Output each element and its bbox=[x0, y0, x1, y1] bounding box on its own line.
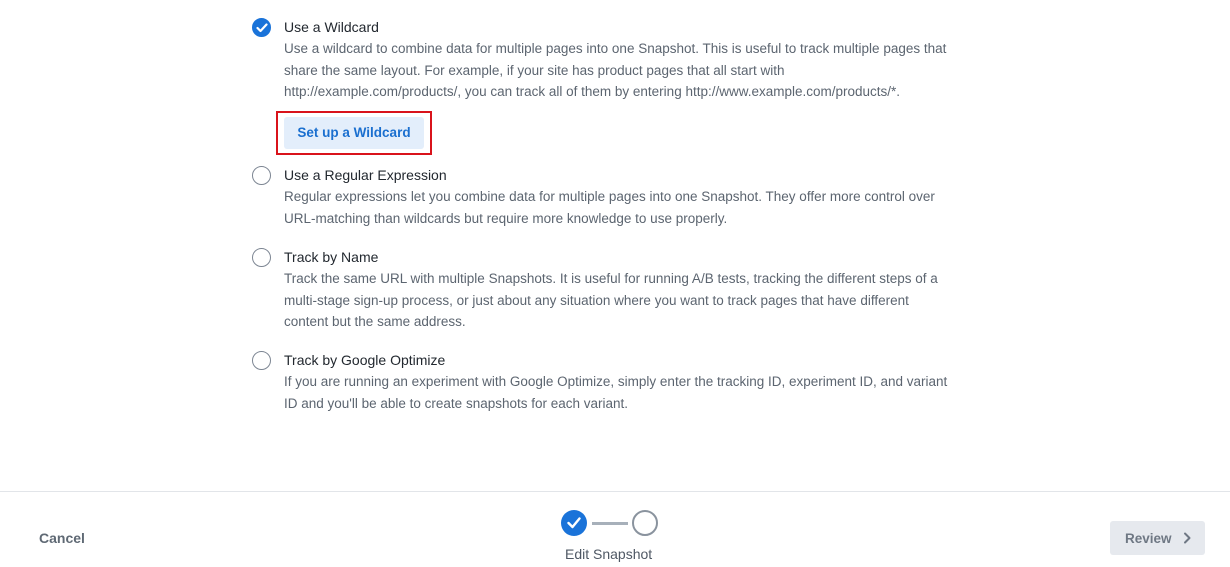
check-icon bbox=[567, 517, 581, 529]
cancel-button[interactable]: Cancel bbox=[39, 530, 85, 546]
google-optimize-radio[interactable] bbox=[252, 351, 271, 370]
step-connector bbox=[592, 522, 628, 525]
track-by-name-radio[interactable] bbox=[252, 248, 271, 267]
option-title: Use a Wildcard bbox=[284, 19, 379, 35]
option-google-optimize: Track by Google Optimize If you are runn… bbox=[252, 349, 972, 415]
description-line: URL-matching than wildcards but require … bbox=[284, 210, 728, 226]
description-line: share the same layout. For example, if y… bbox=[284, 62, 785, 78]
description-line: multi-stage sign-up process, or just abo… bbox=[284, 292, 909, 308]
description-line: Use a wildcard to combine data for multi… bbox=[284, 41, 947, 56]
description-line: http://example.com/products/, you can tr… bbox=[284, 84, 901, 99]
chevron-right-icon bbox=[1184, 532, 1191, 544]
description-line: Track the same URL with multiple Snapsho… bbox=[284, 271, 938, 286]
option-title: Use a Regular Expression bbox=[284, 167, 447, 183]
review-button[interactable]: Review bbox=[1110, 521, 1205, 555]
option-title: Track by Google Optimize bbox=[284, 352, 446, 368]
option-description: Regular expressions let you combine data… bbox=[284, 186, 972, 229]
description-line: Regular expressions let you combine data… bbox=[284, 189, 935, 204]
step-completed bbox=[561, 510, 587, 536]
option-regex: Use a Regular Expression Regular express… bbox=[252, 164, 972, 246]
description-line: ID and you'll be able to create snapshot… bbox=[284, 395, 629, 411]
description-line: If you are running an experiment with Go… bbox=[284, 374, 948, 389]
regex-radio[interactable] bbox=[252, 166, 271, 185]
option-description: Track the same URL with multiple Snapsho… bbox=[284, 268, 972, 333]
snapshot-type-options: Use a Wildcard Use a wildcard to combine… bbox=[252, 16, 972, 415]
wizard-footer: Cancel Edit Snapshot Review bbox=[0, 491, 1230, 567]
option-title: Track by Name bbox=[284, 249, 379, 265]
step-label: Edit Snapshot bbox=[565, 546, 653, 562]
review-label: Review bbox=[1125, 530, 1172, 546]
option-wildcard: Use a Wildcard Use a wildcard to combine… bbox=[252, 16, 972, 164]
setup-wildcard-button[interactable]: Set up a Wildcard bbox=[284, 116, 424, 149]
step-pending bbox=[632, 510, 658, 536]
option-description: Use a wildcard to combine data for multi… bbox=[284, 38, 972, 103]
progress-stepper bbox=[561, 510, 661, 536]
option-description: If you are running an experiment with Go… bbox=[284, 371, 972, 414]
check-icon bbox=[256, 23, 268, 33]
description-line: content but the same address. bbox=[284, 314, 466, 329]
wildcard-radio[interactable] bbox=[252, 18, 271, 37]
option-track-by-name: Track by Name Track the same URL with mu… bbox=[252, 246, 972, 349]
highlight-box: Set up a Wildcard bbox=[276, 110, 432, 155]
